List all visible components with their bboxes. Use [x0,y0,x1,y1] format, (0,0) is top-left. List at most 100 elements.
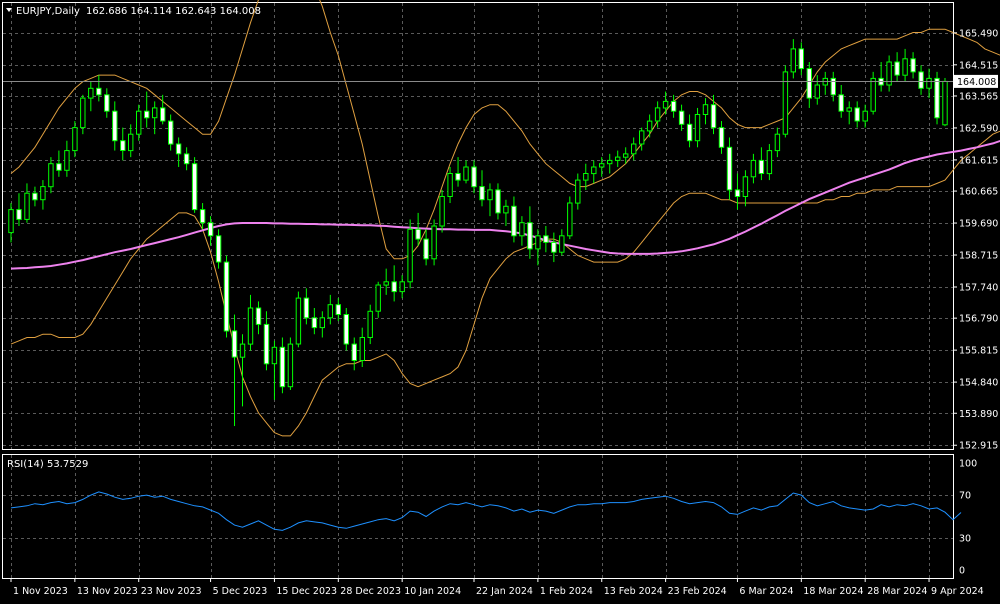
candle-body-up [487,189,493,201]
candle-body-up [639,130,645,145]
candle-body-down [223,261,230,332]
time-tick-label: 15 Dec 2023 [276,586,337,597]
chart-canvas[interactable]: 165.490 164.515 163.565 162.590 161.615 160.6… [0,0,1000,600]
candle-body-down [215,235,222,263]
candle-body-up [623,153,629,158]
candle-body-up [88,87,94,99]
candle-body-up [327,304,334,319]
candle-body-up [399,281,405,293]
candle-body-up [599,163,605,168]
candle-body-up [271,346,278,365]
candle-body-up [814,84,820,99]
candle-body-down [183,153,190,165]
candle-body-up [447,173,453,197]
candle-body-down [838,94,844,112]
candle[interactable] [287,337,294,390]
candle-body-up [902,58,908,76]
candle-body-down [112,110,118,142]
candle-body-up [535,235,541,250]
candle-body-up [80,97,86,129]
candle[interactable] [407,219,413,289]
candle-body-down [168,120,174,145]
candle[interactable] [223,255,230,338]
price-tick-label: 157.740 [959,283,998,294]
candle-body-down [207,222,214,237]
price-tick-label: 163.565 [959,92,998,103]
candle-body-up [774,133,781,152]
candle-body-down [96,87,102,96]
candle-body-up [319,317,326,329]
candle[interactable] [567,196,573,240]
candle-body-up [631,143,637,155]
candle-body-up [64,150,70,171]
candle-body-down [718,127,725,148]
candle-body-up [503,205,509,214]
candle-body-up [846,107,852,112]
candle[interactable] [191,157,198,213]
time-tick-label: 23 Feb 2024 [668,586,727,597]
time-tick-label: 18 Mar 2024 [803,586,863,597]
candle-body-down [495,189,501,214]
candle-body-up [519,222,525,237]
candle[interactable] [343,307,350,351]
price-tick-label: 164.515 [959,60,998,71]
price-tick-label: 161.615 [959,155,998,166]
candle-body-down [16,209,22,220]
candle[interactable] [942,77,948,127]
rsi-tick-label: 0 [959,566,965,577]
candle-body-down [670,100,677,112]
candle[interactable] [782,65,789,138]
price-tick-label: 159.690 [959,219,998,230]
candle[interactable] [431,219,437,266]
candle-body-up [24,192,30,220]
time-tick-label: 5 Dec 2023 [213,586,268,597]
candle-body-down [479,186,485,201]
candle[interactable] [934,71,940,125]
candle-body-up [8,209,14,234]
candle-body-up [790,48,796,73]
time-tick-label: 1 Nov 2023 [13,586,68,597]
candle[interactable] [295,291,302,348]
price-tick-label: 155.815 [959,346,998,357]
candle-body-up [646,120,653,132]
candle-body-down [231,330,238,358]
candle-body-down [199,209,206,224]
candle-body-up [72,127,78,152]
ohlc-label: 162.686 164.114 162.643 164.008 [86,6,261,17]
chart-background [0,0,1000,600]
candle-body-up [742,176,749,198]
candle-body-up [359,337,366,361]
candle-body-up [559,235,565,253]
price-tick-label: 154.840 [959,378,998,389]
candle-body-up [615,156,621,161]
candle-body-down [175,143,182,155]
candle-body-down [894,61,900,76]
candle-body-up [694,114,701,142]
time-tick-label: 1 Feb 2024 [540,586,593,597]
candle-body-down [543,235,549,243]
candle[interactable] [870,71,876,115]
candle-body-down [918,71,924,89]
candle-body-down [144,110,150,119]
time-tick-label: 13 Feb 2024 [604,586,663,597]
candle-body-down [263,323,270,365]
candle-body-up [870,77,876,112]
candle-body-up [654,107,661,122]
price-tick-label: 153.890 [959,409,998,420]
candle-body-down [854,107,860,122]
time-tick-label: 6 Mar 2024 [739,586,793,597]
candle-body-up [942,80,948,126]
candle-body-down [255,307,262,325]
chart-header: EURJPY,Daily 162.686 164.114 162.643 164… [6,6,261,17]
time-tick-label: 28 Dec 2023 [340,586,401,597]
candle-body-up [383,281,389,286]
trading-chart[interactable]: 165.490 164.515 163.565 162.590 161.615 160.6… [0,0,1000,600]
candle[interactable] [439,189,445,233]
candle-body-up [48,163,54,188]
time-tick-label: 10 Jan 2024 [404,586,461,597]
candle-body-up [607,159,613,165]
rsi-tick-label: 30 [959,533,971,544]
candle-body-down [391,281,397,293]
candle-body-down [311,317,318,329]
candle-body-up [247,307,254,345]
